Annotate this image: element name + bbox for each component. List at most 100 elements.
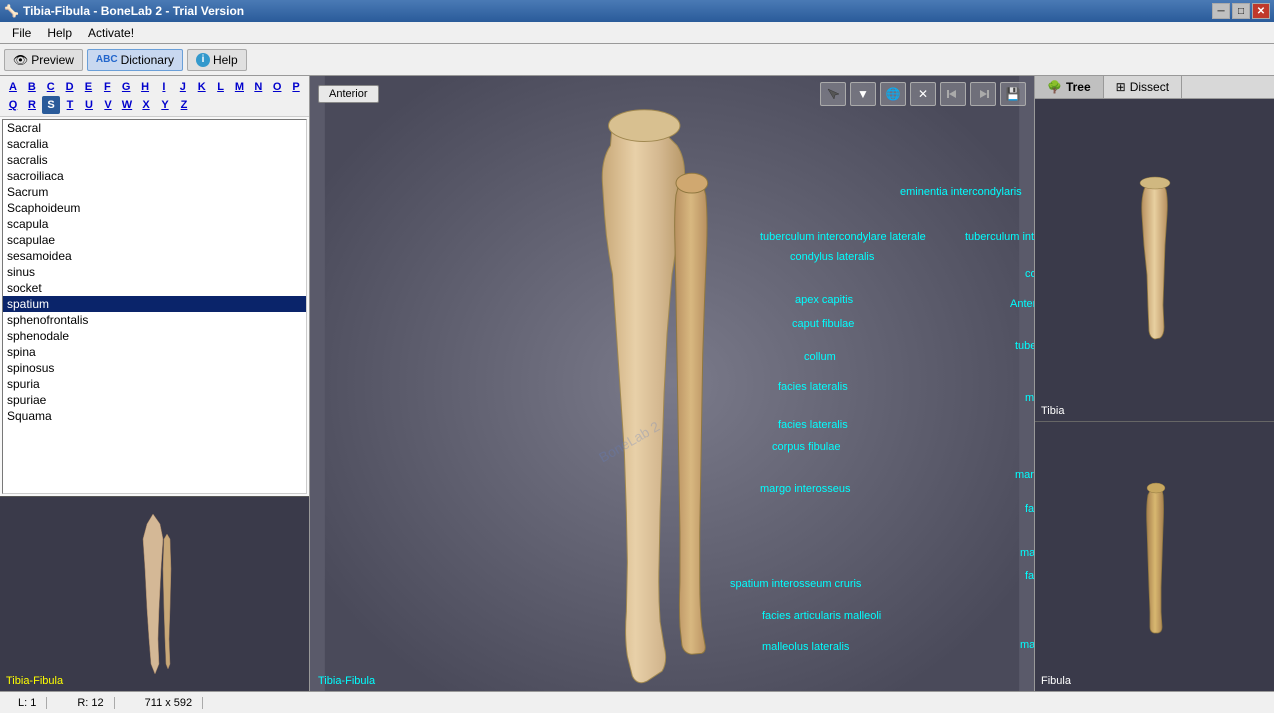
left-panel: A B C D E F G H I J K L M N O P Q R S xyxy=(0,76,310,691)
alpha-J[interactable]: J xyxy=(174,78,192,96)
tool-globe[interactable]: 🌐 xyxy=(880,82,906,106)
word-item[interactable]: sinus xyxy=(3,264,306,280)
status-r: R: 12 xyxy=(67,697,114,709)
alpha-row-1: A B C D E F G H I J K L M N O P xyxy=(4,78,305,96)
word-item[interactable]: sacralis xyxy=(3,152,306,168)
tool-save[interactable]: 💾 xyxy=(1000,82,1026,106)
word-item[interactable]: sacroiliaca xyxy=(3,168,306,184)
word-item[interactable]: scapula xyxy=(3,216,306,232)
tool-select[interactable] xyxy=(820,82,846,106)
alpha-T[interactable]: T xyxy=(61,96,79,114)
word-item[interactable]: spuria xyxy=(3,376,306,392)
maximize-button[interactable]: □ xyxy=(1232,3,1250,19)
word-item[interactable]: spuriae xyxy=(3,392,306,408)
menu-help[interactable]: Help xyxy=(39,24,80,42)
right-tabs: 🌳 Tree ⊞ Dissect xyxy=(1035,76,1274,99)
alpha-Q[interactable]: Q xyxy=(4,96,22,114)
close-button[interactable]: ✕ xyxy=(1252,3,1270,19)
word-item[interactable]: Squama xyxy=(3,408,306,424)
preview-label: Preview xyxy=(31,53,74,67)
word-item[interactable]: sphenodale xyxy=(3,328,306,344)
tibia-preview-svg xyxy=(1130,175,1180,345)
preview-panel: Tibia-Fibula xyxy=(0,496,309,691)
preview-label: Tibia-Fibula xyxy=(6,675,63,687)
alpha-X[interactable]: X xyxy=(137,96,155,114)
preview-bone-svg xyxy=(115,509,195,679)
alpha-K[interactable]: K xyxy=(193,78,211,96)
alpha-D[interactable]: D xyxy=(61,78,79,96)
title-bar: 🦴 Tibia-Fibula - BoneLab 2 - Trial Versi… xyxy=(0,0,1274,22)
word-item[interactable]: spina xyxy=(3,344,306,360)
word-item[interactable]: spatium xyxy=(3,296,306,312)
annotation-margo-med-2: margo medialis xyxy=(1020,547,1034,559)
alpha-O[interactable]: O xyxy=(268,78,286,96)
bone-3d-svg: BoneLab 2 xyxy=(310,76,1034,691)
word-item[interactable]: Sacral xyxy=(3,120,306,136)
alpha-R[interactable]: R xyxy=(23,96,41,114)
annotation-facies-lat-2: facies lateralis xyxy=(778,419,848,431)
next-icon xyxy=(976,87,990,101)
tool-prev[interactable] xyxy=(940,82,966,106)
tab-dissect[interactable]: ⊞ Dissect xyxy=(1104,76,1182,98)
alpha-B[interactable]: B xyxy=(23,78,41,96)
tab-tree-label: Tree xyxy=(1066,80,1091,94)
alpha-U[interactable]: U xyxy=(80,96,98,114)
main-content: A B C D E F G H I J K L M N O P Q R S xyxy=(0,76,1274,691)
alpha-A[interactable]: A xyxy=(4,78,22,96)
alpha-Y[interactable]: Y xyxy=(156,96,174,114)
alpha-F[interactable]: F xyxy=(98,78,116,96)
alpha-M[interactable]: M xyxy=(231,78,249,96)
tool-next[interactable] xyxy=(970,82,996,106)
word-item[interactable]: socket xyxy=(3,280,306,296)
word-item[interactable]: sesamoidea xyxy=(3,248,306,264)
dictionary-icon: ABC xyxy=(96,54,118,65)
alphabet-nav: A B C D E F G H I J K L M N O P Q R S xyxy=(0,76,309,117)
alpha-S[interactable]: S xyxy=(42,96,60,114)
alpha-W[interactable]: W xyxy=(118,96,136,114)
word-item[interactable]: Sacrum xyxy=(3,184,306,200)
alpha-I[interactable]: I xyxy=(155,78,173,96)
app-icon: 🦴 xyxy=(4,4,19,18)
help-button[interactable]: i Help xyxy=(187,49,247,71)
toolbar: 👁 Preview ABC Dictionary i Help xyxy=(0,44,1274,76)
alpha-G[interactable]: G xyxy=(117,78,135,96)
word-list[interactable]: SacralsacraliasacralissacroiliacaSacrumS… xyxy=(2,119,307,494)
alpha-Z[interactable]: Z xyxy=(175,96,193,114)
alpha-H[interactable]: H xyxy=(136,78,154,96)
tool-close[interactable]: ✕ xyxy=(910,82,936,106)
annotation-malleolus-med: malleolus medialis xyxy=(1020,639,1034,651)
word-item[interactable]: scapulae xyxy=(3,232,306,248)
tool-dropdown[interactable]: ▼ xyxy=(850,82,876,106)
word-item[interactable]: spinosus xyxy=(3,360,306,376)
word-item[interactable]: Scaphoideum xyxy=(3,200,306,216)
annotation-condylus-med: condylus medialis xyxy=(1025,268,1034,280)
alpha-E[interactable]: E xyxy=(80,78,98,96)
alpha-C[interactable]: C xyxy=(42,78,60,96)
word-item[interactable]: sphenofrontalis xyxy=(3,312,306,328)
tab-tree[interactable]: 🌳 Tree xyxy=(1035,76,1104,98)
tibia-preview-label: Tibia xyxy=(1041,405,1064,417)
tree-icon: 🌳 xyxy=(1047,80,1062,94)
annotation-corpus-fib: corpus fibulae xyxy=(772,441,841,453)
minimize-button[interactable]: ─ xyxy=(1212,3,1230,19)
annotation-spatium: spatium interosseum cruris xyxy=(730,578,861,590)
menu-activate[interactable]: Activate! xyxy=(80,24,142,42)
alpha-P[interactable]: P xyxy=(287,78,305,96)
status-bar: L: 1 R: 12 711 x 592 xyxy=(0,691,1274,713)
annotation-tuberositas: tuberositas tibiae xyxy=(1015,340,1034,352)
dissect-icon: ⊞ xyxy=(1116,80,1126,94)
alpha-N[interactable]: N xyxy=(249,78,267,96)
dictionary-button[interactable]: ABC Dictionary xyxy=(87,49,183,71)
alpha-row-2: Q R S T U V W X Y Z xyxy=(4,96,305,114)
alpha-V[interactable]: V xyxy=(99,96,117,114)
word-item[interactable]: sacralia xyxy=(3,136,306,152)
preview-button[interactable]: 👁 Preview xyxy=(4,49,83,71)
annotation-caput: caput fibulae xyxy=(792,318,854,330)
menu-bar: File Help Activate! xyxy=(0,22,1274,44)
preview-icon: 👁 xyxy=(13,53,28,67)
annotation-facies-med-1: facies medialis xyxy=(1025,503,1034,515)
menu-file[interactable]: File xyxy=(4,24,39,42)
annotation-collum: collum xyxy=(804,351,836,363)
annotation-malleolus-lat: malleolus lateralis xyxy=(762,641,849,653)
alpha-L[interactable]: L xyxy=(212,78,230,96)
